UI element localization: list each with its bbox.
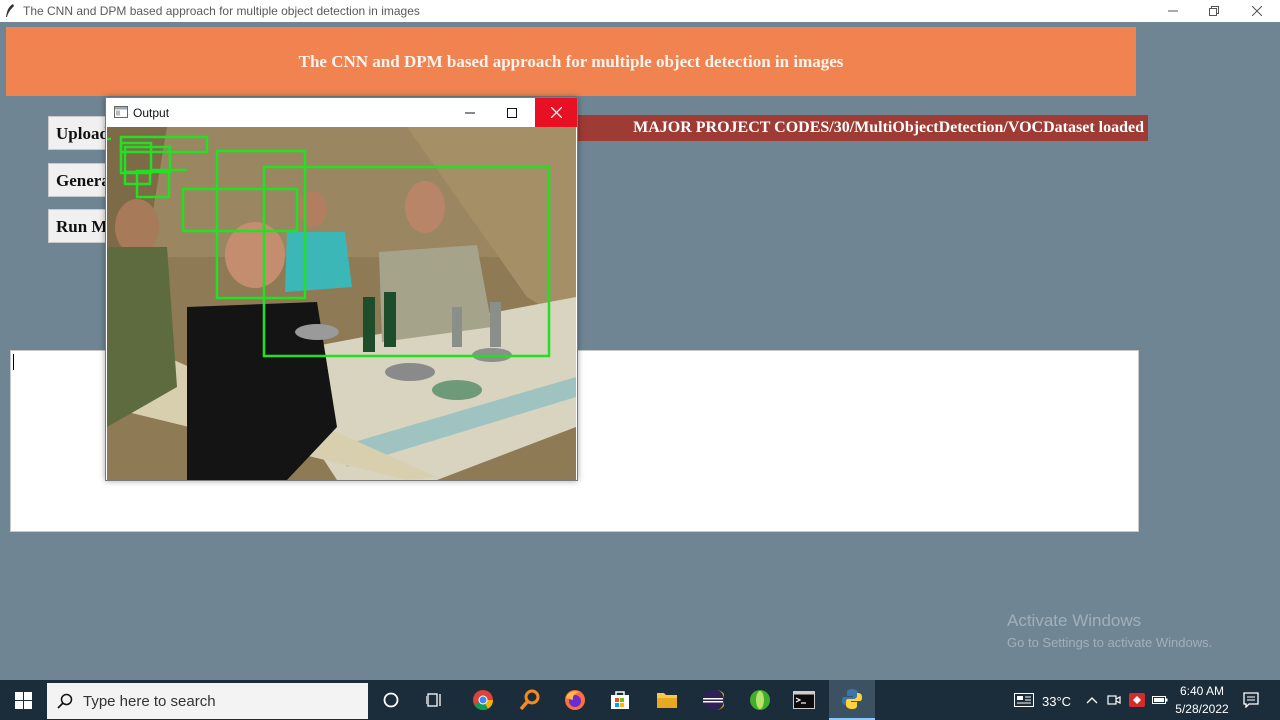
weather-button[interactable] [1011, 680, 1037, 720]
minimize-icon [465, 112, 475, 113]
python-icon [842, 689, 862, 709]
minimize-button[interactable] [1150, 0, 1196, 22]
antivirus-tray-button[interactable] [1127, 680, 1147, 720]
chevron-up-icon [1086, 697, 1098, 704]
minimize-icon [1168, 10, 1178, 12]
text-caret [13, 354, 14, 370]
output-window-titlebar[interactable]: Output [106, 98, 577, 127]
activate-windows-watermark: Activate Windows Go to Settings to activ… [1007, 611, 1212, 650]
window-titlebar: The CNN and DPM based approach for multi… [0, 0, 1280, 22]
battery-button[interactable] [1150, 680, 1170, 720]
close-icon [550, 107, 562, 118]
taskbar: Type here to search 33°C 6:40 AM 5/28/20… [0, 680, 1280, 720]
windows-logo-icon [14, 691, 32, 709]
window-title: The CNN and DPM based approach for multi… [23, 4, 420, 18]
banner-title: The CNN and DPM based approach for multi… [298, 51, 844, 71]
clock-time: 6:40 AM [1179, 684, 1225, 698]
weather-temperature[interactable]: 33°C [1042, 694, 1071, 709]
search-app-button[interactable] [508, 680, 552, 720]
chrome-button[interactable] [461, 680, 505, 720]
notification-icon [1243, 692, 1259, 708]
output-minimize-button[interactable] [449, 98, 491, 127]
firefox-button[interactable] [553, 680, 597, 720]
tray-app-button[interactable] [1104, 680, 1124, 720]
restore-button[interactable] [1191, 0, 1237, 22]
terminal-button[interactable] [782, 680, 826, 720]
battery-icon [1152, 696, 1168, 704]
antivirus-icon [1129, 693, 1145, 707]
output-window-title: Output [133, 106, 170, 120]
python-button[interactable] [829, 680, 875, 720]
green-app-button[interactable] [738, 680, 782, 720]
notifications-button[interactable] [1237, 680, 1265, 720]
news-weather-icon [1014, 693, 1034, 707]
output-maximize-button[interactable] [491, 98, 533, 127]
detection-result-image [107, 127, 576, 480]
task-view-icon [426, 693, 441, 707]
feather-icon [6, 4, 14, 17]
output-close-button[interactable] [535, 98, 577, 127]
maximize-icon [507, 107, 517, 118]
terminal-icon [793, 691, 815, 709]
search-placeholder: Type here to search [83, 692, 216, 710]
taskbar-search-box[interactable]: Type here to search [47, 683, 368, 719]
chrome-icon [473, 690, 494, 711]
task-view-button[interactable] [414, 680, 456, 720]
clock[interactable]: 6:40 AM 5/28/2022 [1172, 684, 1232, 718]
tray-overflow-button[interactable] [1082, 680, 1102, 720]
window-icon [114, 106, 128, 118]
output-window[interactable]: Output [105, 97, 578, 481]
cortana-button[interactable] [370, 680, 412, 720]
watermark-line2: Go to Settings to activate Windows. [1007, 635, 1213, 650]
green-app-icon [750, 690, 770, 710]
start-button[interactable] [0, 680, 46, 720]
store-button[interactable] [598, 680, 642, 720]
close-button[interactable] [1234, 0, 1280, 22]
folder-icon [657, 693, 677, 708]
magnifier-app-icon [519, 689, 540, 711]
clock-date: 5/28/2022 [1175, 702, 1229, 716]
store-icon [611, 691, 629, 709]
watermark-line1: Activate Windows [1007, 611, 1142, 630]
firefox-icon [565, 690, 585, 710]
eclipse-icon [703, 690, 724, 710]
search-icon [57, 693, 73, 709]
meet-now-icon [1107, 695, 1121, 705]
restore-icon [1209, 6, 1219, 16]
header-banner: The CNN and DPM based approach for multi… [6, 27, 1136, 96]
status-label: MAJOR PROJECT CODES/30/MultiObjectDetect… [570, 115, 1148, 141]
close-icon [1252, 6, 1262, 16]
file-explorer-button[interactable] [645, 680, 689, 720]
cortana-icon [383, 692, 399, 708]
eclipse-button[interactable] [691, 680, 735, 720]
